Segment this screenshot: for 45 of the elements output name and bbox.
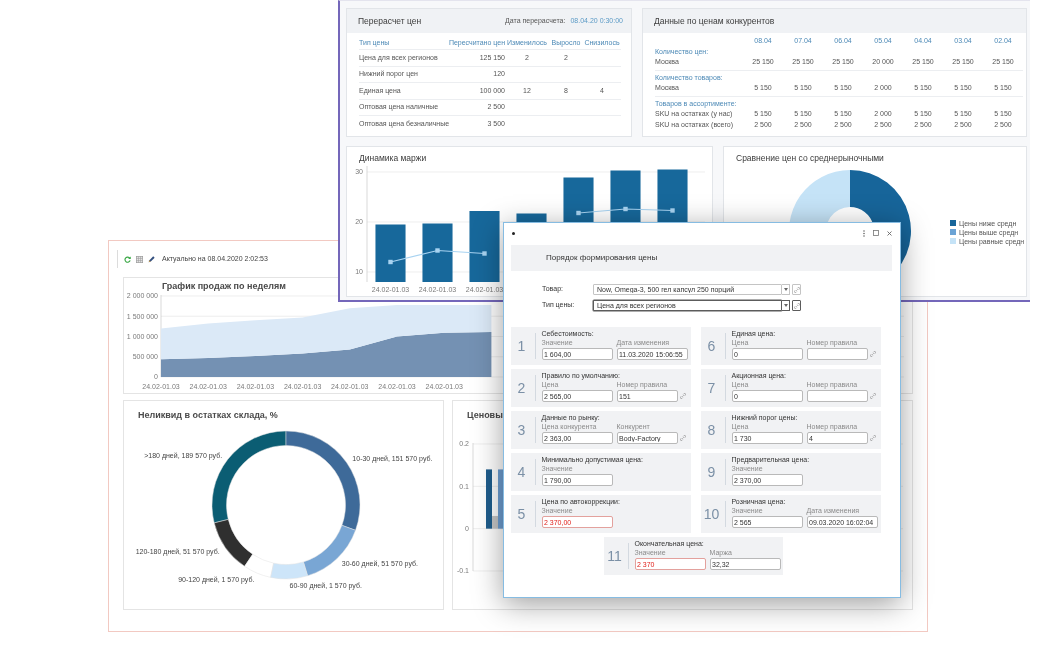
point xyxy=(670,208,675,213)
table-icon[interactable] xyxy=(136,255,143,263)
dot-icon xyxy=(512,231,515,235)
step-number: 7 xyxy=(706,380,717,396)
link-icon xyxy=(869,351,876,357)
point xyxy=(623,206,628,212)
step-number: 8 xyxy=(706,422,717,438)
chart-title: Ценовы xyxy=(467,410,503,422)
point xyxy=(435,248,440,253)
step-number: 10 xyxy=(702,506,721,522)
panel-title: Перерасчет цен xyxy=(358,14,422,28)
dialog-title: Порядок формирования цены xyxy=(546,252,658,264)
panel-title: Данные по ценам конкурентов xyxy=(654,14,775,28)
link-icon xyxy=(679,393,686,399)
pencil-icon[interactable] xyxy=(148,255,155,263)
chart-title: Динамика маржи xyxy=(359,153,427,165)
link-button[interactable] xyxy=(792,300,801,311)
step-number: 4 xyxy=(516,464,527,480)
close-icon[interactable] xyxy=(887,230,892,236)
dropdown-button[interactable] xyxy=(782,284,790,295)
chart-title: График продаж по неделям xyxy=(162,281,286,293)
caret-icon xyxy=(783,288,788,291)
step-number: 2 xyxy=(516,380,527,396)
link-icon xyxy=(679,435,686,441)
chart-title: Неликвид в остатках склада, % xyxy=(138,410,278,422)
step-number: 3 xyxy=(516,422,527,438)
refresh-icon[interactable] xyxy=(124,255,131,263)
point xyxy=(576,210,581,216)
maximize-icon[interactable] xyxy=(873,230,879,236)
chart-title: Сравнение цен со среднерыночными xyxy=(736,153,884,165)
link-icon xyxy=(793,302,800,309)
link-icon xyxy=(793,286,800,293)
step-number: 6 xyxy=(706,338,717,354)
dropdown-button[interactable] xyxy=(782,300,790,311)
point xyxy=(482,251,487,256)
link-icon xyxy=(869,393,876,399)
input-field[interactable] xyxy=(806,348,868,360)
caret-icon xyxy=(783,304,788,307)
link-icon xyxy=(869,435,876,441)
step-number: 9 xyxy=(706,464,717,480)
step-number: 11 xyxy=(606,548,623,564)
step-number: 5 xyxy=(516,506,527,522)
point xyxy=(388,259,393,265)
input-field[interactable] xyxy=(806,390,868,402)
step-number: 1 xyxy=(516,338,527,354)
